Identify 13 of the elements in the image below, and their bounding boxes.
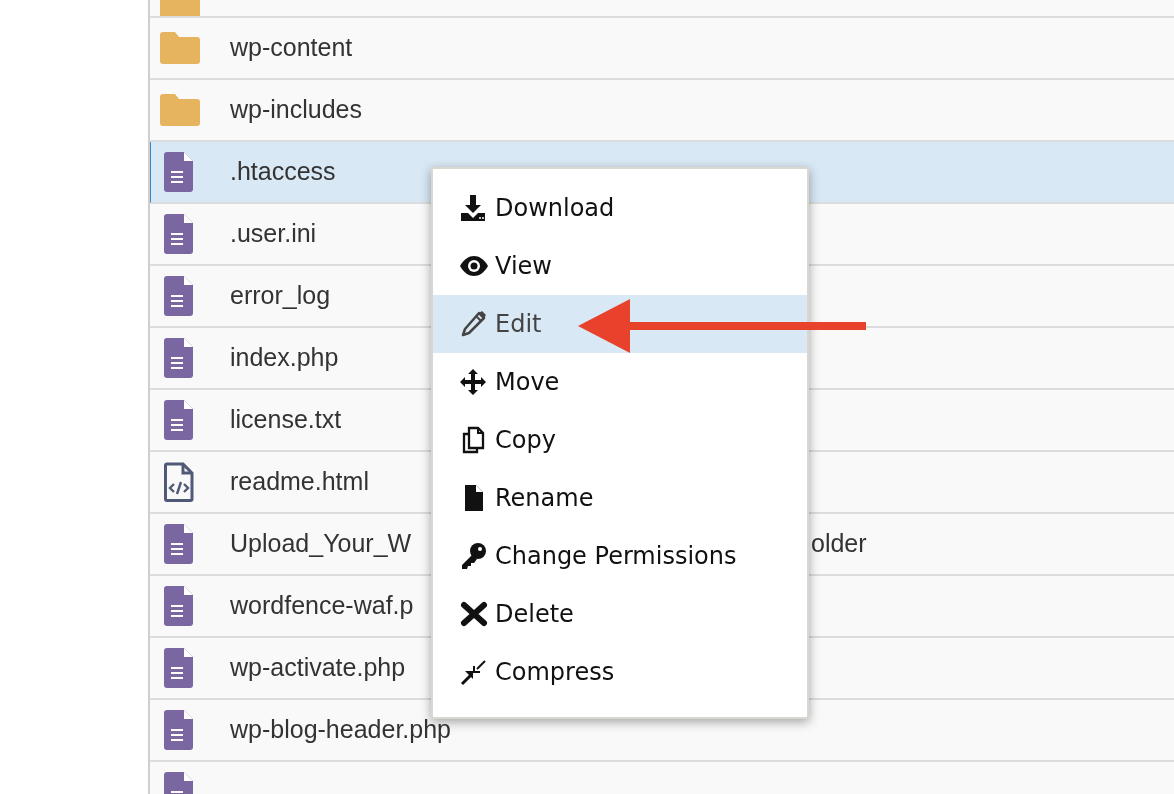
file-name: .user.ini [230,219,317,248]
file-name: index.php [230,343,339,372]
file-name: error_log [230,281,331,310]
file-name: wp-content [230,33,353,62]
file-name: wp-activate.php [230,653,406,682]
file-name: wordfence-waf.p [230,591,414,620]
file-name: license.txt [230,405,342,434]
file-name: wp-blog-header.php [230,715,451,744]
file-name: older [811,528,867,560]
file-name: readme.html [230,467,369,496]
file-name: .htaccess [230,157,336,186]
file-name: Upload_Your_W [230,529,412,558]
file-name: wp-includes [230,95,362,124]
